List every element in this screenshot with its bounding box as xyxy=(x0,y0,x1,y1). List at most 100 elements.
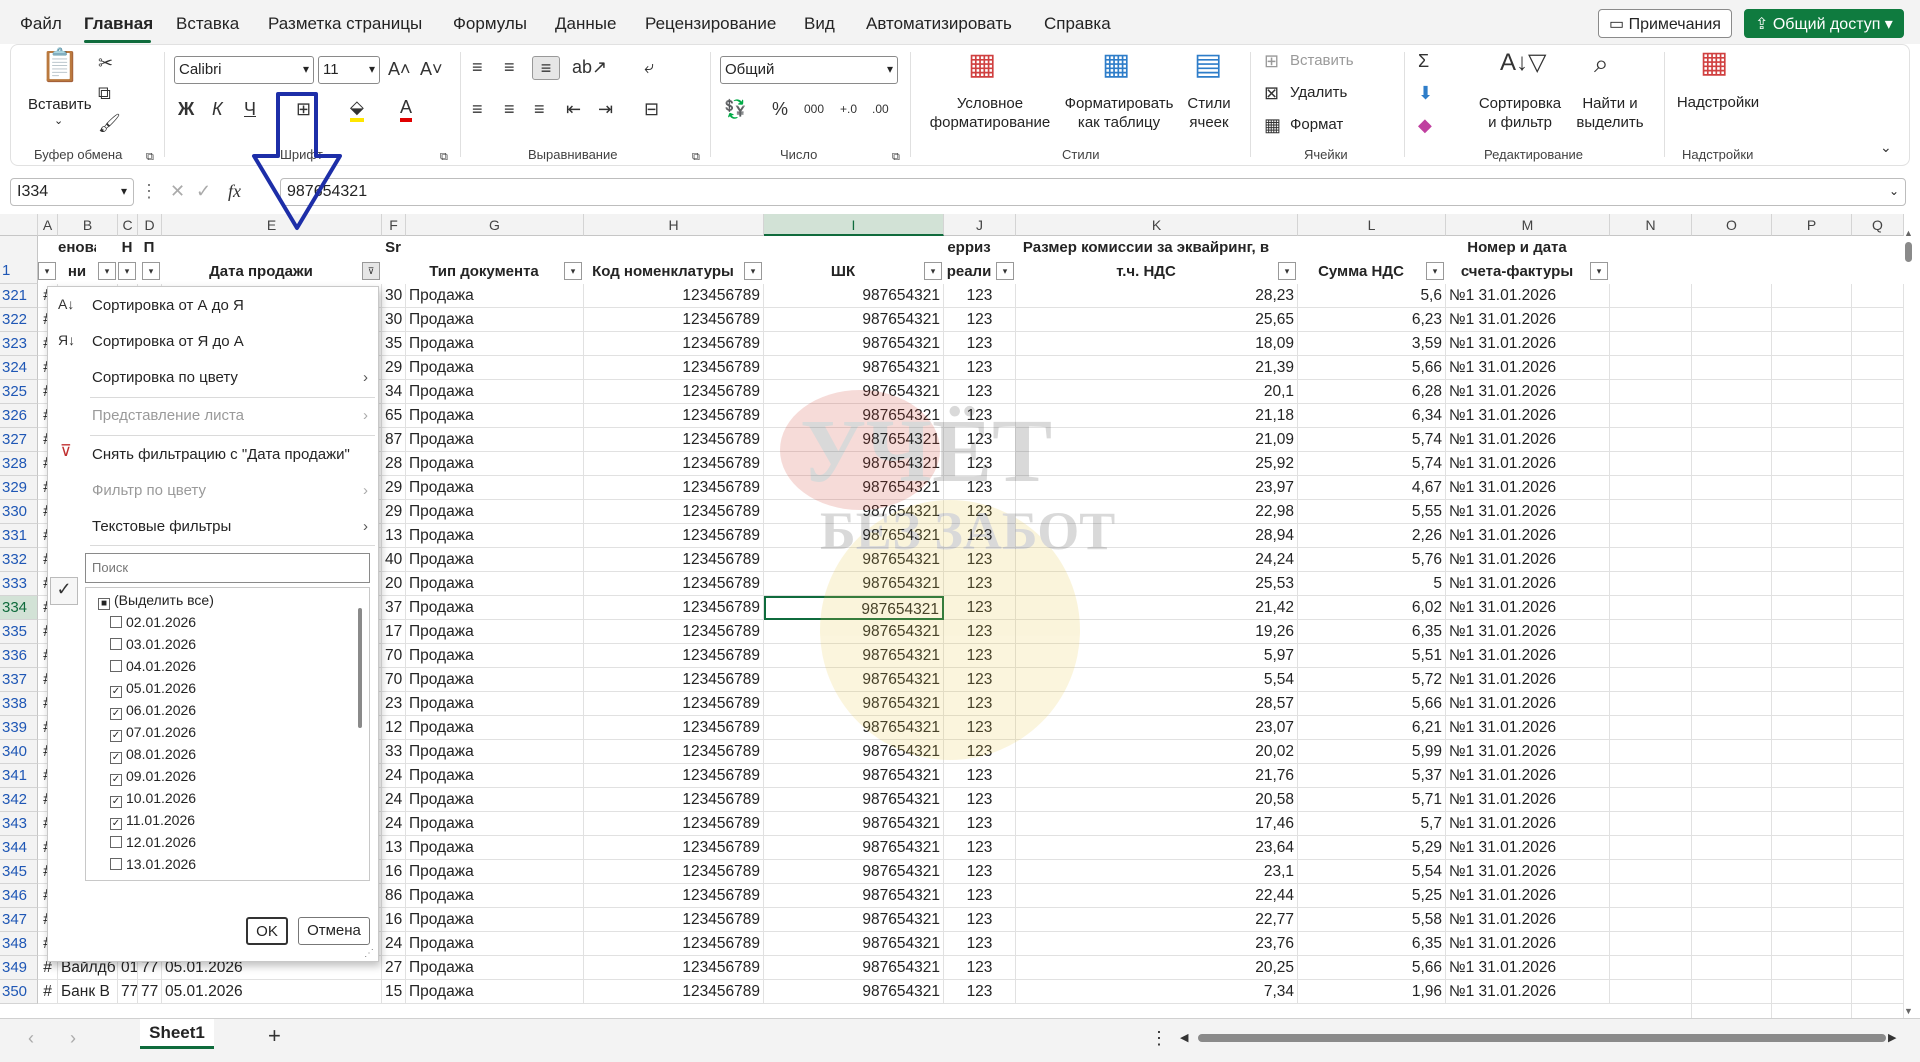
row-header[interactable]: 327 xyxy=(0,428,38,452)
format-cells-icon[interactable]: ▦ xyxy=(1264,114,1281,136)
row-header[interactable]: 348 xyxy=(0,932,38,956)
cell-j[interactable]: 123 xyxy=(944,476,1016,500)
filter-value-item[interactable]: 04.01.2026 xyxy=(110,658,196,674)
cell-g[interactable]: Продажа xyxy=(406,908,584,932)
vertical-scrollbar[interactable]: ▲ ▼ xyxy=(1904,228,1914,1018)
tab-help[interactable]: Справка xyxy=(1044,14,1111,34)
share-button[interactable]: ⇪ Общий доступ ▾ xyxy=(1744,9,1904,38)
cell-k[interactable]: 22,98 xyxy=(1016,500,1298,524)
align-right-icon[interactable]: ≡ xyxy=(534,98,545,120)
cell-f[interactable]: 24 xyxy=(382,932,406,956)
row-header[interactable]: 341 xyxy=(0,764,38,788)
cell-k[interactable]: 25,53 xyxy=(1016,572,1298,596)
cell-l[interactable]: 5,51 xyxy=(1298,644,1446,668)
cell-j[interactable]: 123 xyxy=(944,404,1016,428)
cell-k[interactable]: 22,77 xyxy=(1016,908,1298,932)
column-header-c[interactable]: C xyxy=(118,214,138,236)
cell-g[interactable]: Продажа xyxy=(406,860,584,884)
cell-styles-button[interactable]: Стили ячеек xyxy=(1182,94,1236,132)
scroll-up-icon[interactable]: ▲ xyxy=(1904,228,1913,238)
cell-l[interactable]: 5,72 xyxy=(1298,668,1446,692)
cell-i[interactable]: 987654321 xyxy=(764,932,944,956)
cell-k[interactable]: 7,34 xyxy=(1016,980,1298,1004)
cell-k[interactable]: 19,26 xyxy=(1016,620,1298,644)
cell-f[interactable]: 17 xyxy=(382,620,406,644)
cell-f[interactable]: 16 xyxy=(382,908,406,932)
cell-i[interactable]: 987654321 xyxy=(764,836,944,860)
cell-i[interactable]: 987654321 xyxy=(764,428,944,452)
cell-i[interactable]: 987654321 xyxy=(764,620,944,644)
sort-filter-button[interactable]: Сортировка и фильтр xyxy=(1474,94,1566,132)
tab-home[interactable]: Главная xyxy=(84,14,153,34)
cell-h[interactable]: 123456789 xyxy=(584,956,764,980)
cell-k[interactable]: 23,1 xyxy=(1016,860,1298,884)
cell-k[interactable]: 25,92 xyxy=(1016,452,1298,476)
cell-l[interactable]: 5,71 xyxy=(1298,788,1446,812)
cell-j[interactable]: 123 xyxy=(944,500,1016,524)
checkbox-empty-icon[interactable] xyxy=(110,858,122,870)
cell-k[interactable]: 20,1 xyxy=(1016,380,1298,404)
cell-k[interactable]: 20,02 xyxy=(1016,740,1298,764)
cell-f[interactable]: 29 xyxy=(382,476,406,500)
checkbox-checked-icon[interactable]: ✓ xyxy=(110,752,122,764)
cell-h[interactable]: 123456789 xyxy=(584,548,764,572)
cell-h[interactable]: 123456789 xyxy=(584,644,764,668)
cancel-icon[interactable]: ✕ xyxy=(170,180,185,202)
cell-k[interactable]: 23,07 xyxy=(1016,716,1298,740)
cell-f[interactable]: 12 xyxy=(382,716,406,740)
cell-g[interactable]: Продажа xyxy=(406,332,584,356)
row-header[interactable]: 344 xyxy=(0,836,38,860)
cell-k[interactable]: 21,42 xyxy=(1016,596,1298,620)
filter-value-item[interactable]: 14.01.2026 xyxy=(110,878,196,881)
cell-j[interactable]: 123 xyxy=(944,572,1016,596)
cell-h[interactable]: 123456789 xyxy=(584,860,764,884)
row-header[interactable]: 325 xyxy=(0,380,38,404)
cell-g[interactable]: Продажа xyxy=(406,716,584,740)
notes-button[interactable]: ▭ Примечания xyxy=(1598,9,1732,38)
filter-dropdown-icon[interactable]: ▾ xyxy=(142,262,160,280)
tab-view[interactable]: Вид xyxy=(804,14,835,34)
cell-i[interactable]: 987654321 xyxy=(764,356,944,380)
cell-f[interactable]: 65 xyxy=(382,404,406,428)
copy-icon[interactable]: ⧉ xyxy=(98,82,111,104)
format-as-table-icon[interactable]: ▦ xyxy=(1102,50,1130,80)
cell-f[interactable]: 34 xyxy=(382,380,406,404)
cell-l[interactable]: 5,54 xyxy=(1298,860,1446,884)
cell-m[interactable]: №1 31.01.2026 xyxy=(1446,788,1610,812)
cell-c[interactable]: 77 xyxy=(118,980,138,1004)
column-header-n[interactable]: N xyxy=(1610,214,1692,236)
align-center-icon[interactable]: ≡ xyxy=(504,98,515,120)
cell-g[interactable]: Продажа xyxy=(406,500,584,524)
row-header[interactable]: 322 xyxy=(0,308,38,332)
cell-j[interactable]: 123 xyxy=(944,956,1016,980)
cell-d[interactable]: 77 xyxy=(138,980,162,1004)
scroll-down-icon[interactable]: ▼ xyxy=(1904,1006,1913,1016)
row-header[interactable]: 347 xyxy=(0,908,38,932)
cell-g[interactable]: Продажа xyxy=(406,476,584,500)
cell-k[interactable]: 23,97 xyxy=(1016,476,1298,500)
header-cell-k[interactable]: Размер комиссии за эквайринг, в т.ч. НДС xyxy=(1016,236,1276,284)
cell-l[interactable]: 5,37 xyxy=(1298,764,1446,788)
cell-g[interactable]: Продажа xyxy=(406,548,584,572)
cell-i[interactable]: 987654321 xyxy=(764,572,944,596)
cell-i[interactable]: 987654321 xyxy=(764,284,944,308)
cell-j[interactable]: 123 xyxy=(944,884,1016,908)
cell-h[interactable]: 123456789 xyxy=(584,452,764,476)
cell-l[interactable]: 5,29 xyxy=(1298,836,1446,860)
checkbox-empty-icon[interactable] xyxy=(110,880,122,881)
cell-f[interactable]: 24 xyxy=(382,764,406,788)
row-header[interactable]: 349 xyxy=(0,956,38,980)
row-header[interactable]: 336 xyxy=(0,644,38,668)
row-header[interactable]: 335 xyxy=(0,620,38,644)
cell-j[interactable]: 123 xyxy=(944,548,1016,572)
cell-l[interactable]: 5,76 xyxy=(1298,548,1446,572)
cell-h[interactable]: 123456789 xyxy=(584,812,764,836)
cell-h[interactable]: 123456789 xyxy=(584,716,764,740)
cell-m[interactable]: №1 31.01.2026 xyxy=(1446,644,1610,668)
cell-g[interactable]: Продажа xyxy=(406,356,584,380)
cell-m[interactable]: №1 31.01.2026 xyxy=(1446,404,1610,428)
cell-a[interactable]: # xyxy=(38,980,58,1004)
font-color-icon[interactable]: A xyxy=(400,96,413,122)
cancel-button[interactable]: Отмена xyxy=(298,917,370,945)
insert-cells-icon[interactable]: ⊞ xyxy=(1264,50,1279,72)
